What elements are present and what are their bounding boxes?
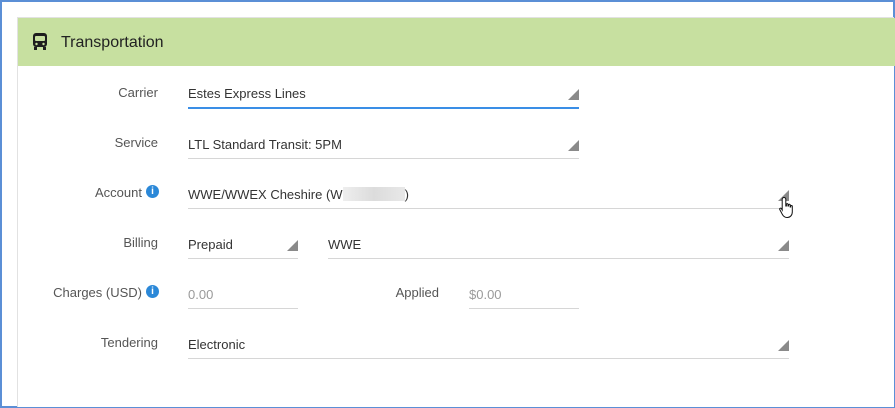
tendering-value: Electronic — [188, 337, 246, 352]
carrier-dropdown-icon[interactable] — [568, 89, 579, 100]
billing-type-value: Prepaid — [188, 237, 233, 252]
account-value: WWE/WWEX Cheshire (W) — [188, 187, 409, 202]
redacted-account-number — [342, 187, 405, 201]
charges-label: Charges (USD) — [53, 285, 142, 300]
account-select[interactable]: WWE/WWEX Cheshire (W) — [188, 183, 789, 209]
billing-party-value: WWE — [328, 237, 362, 252]
carrier-select[interactable]: Estes Express Lines — [188, 82, 579, 109]
applied-value: $0.00 — [469, 287, 502, 302]
account-info-icon[interactable]: i — [146, 185, 159, 198]
billing-party-select[interactable]: WWE — [328, 233, 789, 259]
section-title: Transportation — [61, 34, 164, 51]
account-value-prefix: WWE/WWEX Cheshire (W — [188, 187, 343, 202]
charges-info-icon[interactable]: i — [146, 285, 159, 298]
billing-label: Billing — [123, 235, 158, 250]
window-frame: Transportation Carrier Estes Express Lin… — [0, 0, 895, 408]
service-dropdown-icon[interactable] — [568, 140, 579, 151]
applied-amount-field: $0.00 — [469, 283, 579, 309]
billing-type-select[interactable]: Prepaid — [188, 233, 298, 259]
carrier-label: Carrier — [118, 85, 158, 100]
section-header: Transportation — [18, 18, 895, 66]
account-value-suffix: ) — [404, 187, 409, 202]
service-label: Service — [114, 135, 158, 150]
tendering-select[interactable]: Electronic — [188, 333, 789, 359]
charges-value: 0.00 — [188, 287, 214, 302]
transportation-panel: Transportation Carrier Estes Express Lin… — [17, 17, 895, 407]
carrier-value: Estes Express Lines — [188, 86, 306, 101]
account-label: Account — [95, 185, 142, 200]
service-value: LTL Standard Transit: 5PM — [188, 137, 342, 152]
billing-party-dropdown-icon[interactable] — [778, 240, 789, 251]
charges-input[interactable]: 0.00 — [188, 283, 298, 309]
service-select[interactable]: LTL Standard Transit: 5PM — [188, 133, 579, 159]
bus-icon — [33, 33, 47, 50]
hand-pointer-cursor-icon — [779, 196, 793, 218]
applied-label: Applied — [395, 285, 439, 300]
tendering-dropdown-icon[interactable] — [778, 340, 789, 351]
billing-type-dropdown-icon[interactable] — [287, 240, 298, 251]
tendering-label: Tendering — [100, 335, 158, 350]
